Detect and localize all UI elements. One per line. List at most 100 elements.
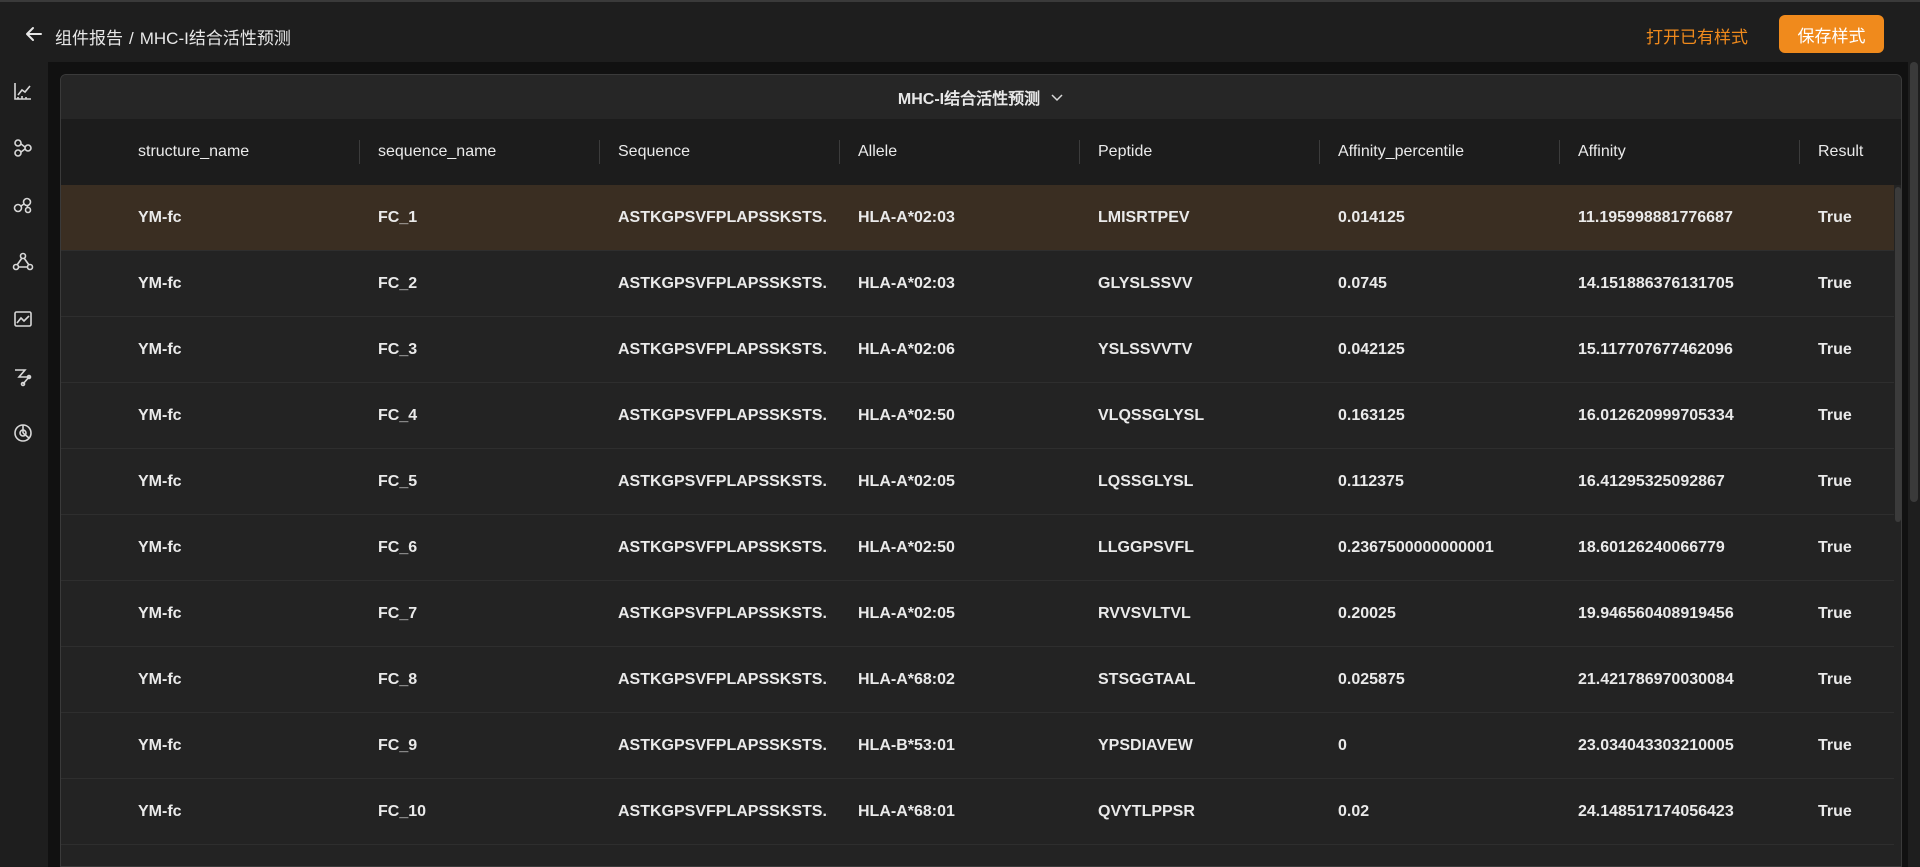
cell-affinity-percentile: 0.112375 — [1338, 473, 1404, 490]
cell-allele: HLA-A*02:06 — [858, 341, 955, 358]
cell-allele: HLA-B*53:01 — [858, 737, 955, 754]
table-row[interactable]: YM-fc FC_10 ASTKGPSVFPLAPSSKSTS... HLA-A*68… — [61, 779, 1896, 845]
cell-affinity-percentile: 0.042125 — [1338, 341, 1405, 358]
cell-sequence: ASTKGPSVFPLAPSSKSTS... — [618, 341, 828, 358]
cell-result: True — [1818, 275, 1852, 292]
table-row[interactable]: YM-fc FC_6 ASTKGPSVFPLAPSSKSTS... HLA-A*02:… — [61, 515, 1896, 581]
cell-allele: HLA-A*02:03 — [858, 275, 955, 292]
table-row[interactable]: YM-fc FC_9 ASTKGPSVFPLAPSSKSTS... HLA-B*53:… — [61, 713, 1896, 779]
cell-affinity-percentile: 0.2367500000000001 — [1338, 539, 1494, 556]
cell-sequence: ASTKGPSVFPLAPSSKSTS... — [618, 737, 828, 754]
table-row[interactable]: YM-fc FC_3 ASTKGPSVFPLAPSSKSTS... HLA-A*02:… — [61, 317, 1896, 383]
panel-title: MHC-I结合活性预测 — [897, 91, 1041, 108]
network-triangle-icon[interactable] — [10, 249, 36, 275]
cell-sequence-name: FC_10 — [378, 803, 427, 820]
cell-result: True — [1818, 473, 1852, 490]
column-divider[interactable] — [599, 140, 600, 164]
save-style-button[interactable]: 保存样式 — [1779, 15, 1884, 53]
cell-result: True — [1818, 671, 1852, 688]
cell-affinity-percentile: 0.02 — [1338, 803, 1370, 820]
cell-structure-name: YM-fc — [138, 341, 182, 358]
route-nodes-icon[interactable] — [10, 363, 36, 389]
table-row[interactable]: YM-fc FC_8 ASTKGPSVFPLAPSSKSTS... HLA-A*68:… — [61, 647, 1896, 713]
page-scrollbar-thumb[interactable] — [1910, 62, 1918, 502]
cell-affinity: 19.946560408919456 — [1578, 605, 1734, 622]
cell-structure-name: YM-fc — [138, 737, 182, 754]
column-header-structure-name[interactable]: structure_name — [138, 119, 249, 185]
table-row[interactable]: YM-fc FC_5 ASTKGPSVFPLAPSSKSTS... HLA-A*02:… — [61, 449, 1896, 515]
cell-peptide: LLGGPSVFL — [1098, 539, 1194, 556]
cell-sequence-name: FC_4 — [378, 407, 418, 424]
column-header-sequence[interactable]: Sequence — [618, 119, 690, 185]
cell-sequence-name: FC_9 — [378, 737, 418, 754]
column-header-affinity-percentile[interactable]: Affinity_percentile — [1338, 119, 1464, 185]
cell-peptide: VLQSSGLYSL — [1098, 407, 1205, 424]
column-divider[interactable] — [1559, 140, 1560, 164]
table-row[interactable]: YM-fc FC_2 ASTKGPSVFPLAPSSKSTS... HLA-A*02:… — [61, 251, 1896, 317]
cell-structure-name: YM-fc — [138, 473, 182, 490]
cell-peptide: RVVSVLTVL — [1098, 605, 1191, 622]
cell-result: True — [1818, 803, 1852, 820]
cell-sequence-name: FC_1 — [378, 209, 418, 226]
cell-affinity-percentile: 0 — [1338, 737, 1347, 754]
cell-sequence: ASTKGPSVFPLAPSSKSTS... — [618, 605, 828, 622]
cell-sequence-name: FC_5 — [378, 473, 418, 490]
cell-sequence: ASTKGPSVFPLAPSSKSTS... — [618, 539, 828, 556]
cell-sequence: ASTKGPSVFPLAPSSKSTS... — [618, 671, 828, 688]
column-divider[interactable] — [1079, 140, 1080, 164]
page-scrollbar[interactable] — [1908, 62, 1920, 867]
molecule-icon[interactable] — [10, 192, 36, 218]
cell-affinity: 14.151886376131705 — [1578, 275, 1734, 292]
table-scrollbar-thumb[interactable] — [1895, 187, 1901, 522]
column-header-allele[interactable]: Allele — [858, 119, 897, 185]
pie-chart-icon[interactable] — [10, 420, 36, 446]
breadcrumb: 组件报告 / MHC-I结合活性预测 — [55, 24, 291, 49]
cell-result: True — [1818, 341, 1852, 358]
table-header: structure_name sequence_name Sequence Al… — [61, 119, 1901, 185]
cell-affinity-percentile: 0.025875 — [1338, 671, 1405, 688]
table-row[interactable]: YM-fc FC_7 ASTKGPSVFPLAPSSKSTS... HLA-A*02:… — [61, 581, 1896, 647]
open-existing-style-button[interactable]: 打开已有样式 — [1646, 23, 1748, 48]
cell-sequence-name: FC_3 — [378, 341, 418, 358]
cell-result: True — [1818, 539, 1852, 556]
cell-sequence: ASTKGPSVFPLAPSSKSTS... — [618, 275, 828, 292]
cell-peptide: LMISRTPEV — [1098, 209, 1190, 226]
image-chart-icon[interactable] — [10, 306, 36, 332]
breadcrumb-parent[interactable]: 组件报告 — [55, 29, 123, 48]
table-scrollbar[interactable] — [1894, 185, 1901, 866]
cell-allele: HLA-A*02:03 — [858, 209, 955, 226]
cell-sequence: ASTKGPSVFPLAPSSKSTS... — [618, 209, 828, 226]
column-header-result[interactable]: Result — [1818, 119, 1863, 185]
column-divider[interactable] — [359, 140, 360, 164]
column-divider[interactable] — [839, 140, 840, 164]
column-divider[interactable] — [1319, 140, 1320, 164]
column-divider[interactable] — [1799, 140, 1800, 164]
line-chart-icon[interactable] — [10, 78, 36, 104]
column-header-sequence-name[interactable]: sequence_name — [378, 119, 496, 185]
column-header-affinity[interactable]: Affinity — [1578, 119, 1626, 185]
cell-affinity-percentile: 0.20025 — [1338, 605, 1396, 622]
table-row[interactable]: YM-fc FC_1 ASTKGPSVFPLAPSSKSTS... HLA-A*02:… — [61, 185, 1896, 251]
cell-affinity: 23.034043303210005 — [1578, 737, 1734, 754]
scatter-nodes-icon[interactable] — [10, 135, 36, 161]
column-header-peptide[interactable]: Peptide — [1098, 119, 1152, 185]
cell-peptide: GLYSLSSVV — [1098, 275, 1193, 292]
table-row[interactable]: YM-fc FC_4 ASTKGPSVFPLAPSSKSTS... HLA-A*02:… — [61, 383, 1896, 449]
cell-sequence: ASTKGPSVFPLAPSSKSTS... — [618, 407, 828, 424]
cell-affinity: 24.148517174056423 — [1578, 803, 1734, 820]
cell-affinity: 15.117707677462096 — [1578, 341, 1733, 358]
table-body: YM-fc FC_1 ASTKGPSVFPLAPSSKSTS... HLA-A*02:… — [61, 185, 1896, 845]
cell-allele: HLA-A*02:05 — [858, 473, 955, 490]
cell-allele: HLA-A*68:01 — [858, 803, 955, 820]
cell-result: True — [1818, 407, 1852, 424]
cell-affinity-percentile: 0.014125 — [1338, 209, 1405, 226]
cell-result: True — [1818, 605, 1852, 622]
cell-affinity: 18.60126240066779 — [1578, 539, 1725, 556]
cell-peptide: YSLSSVVTV — [1098, 341, 1193, 358]
cell-sequence-name: FC_7 — [378, 605, 418, 622]
cell-structure-name: YM-fc — [138, 407, 182, 424]
panel-title-dropdown[interactable]: MHC-I结合活性预测 — [61, 75, 1901, 119]
back-arrow-icon[interactable] — [20, 20, 48, 48]
top-bar: 组件报告 / MHC-I结合活性预测 打开已有样式 保存样式 — [0, 0, 1920, 62]
cell-peptide: YPSDIAVEW — [1098, 737, 1193, 754]
